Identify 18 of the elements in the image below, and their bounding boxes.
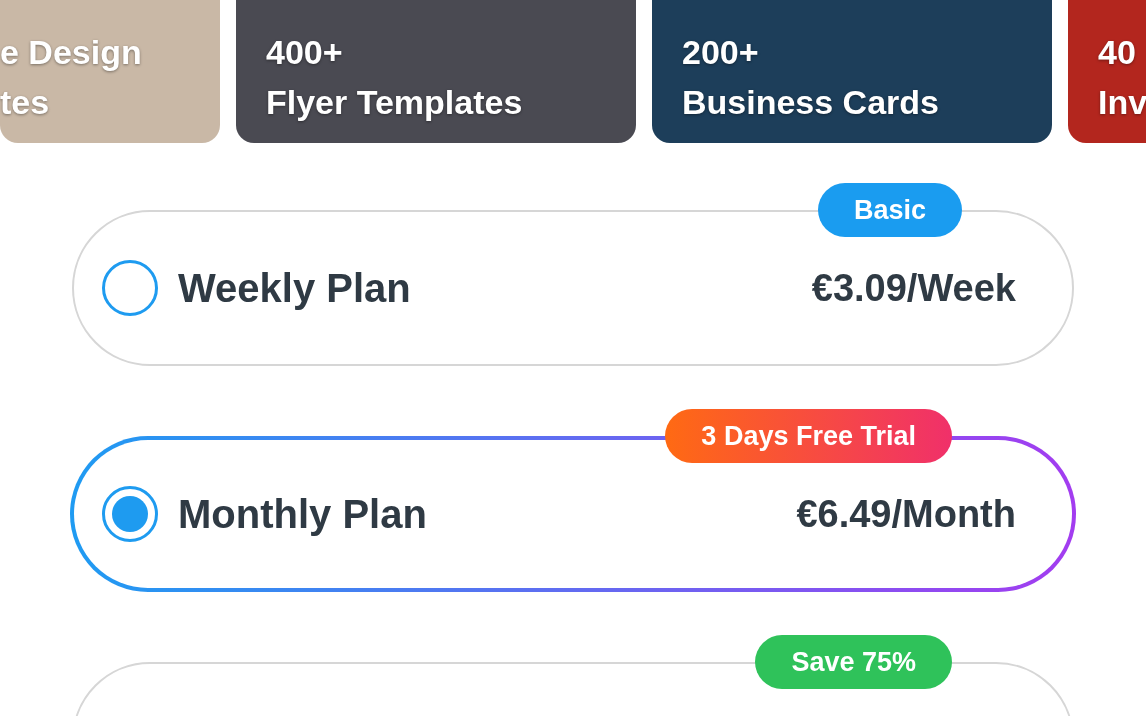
plan-badge: Save 75% [755,635,952,689]
card-title: e Design [0,31,143,73]
template-card[interactable]: 200+ Business Cards [652,0,1052,143]
card-title: 400+ [266,31,344,73]
plan-price: €3.09/Week [811,266,1016,310]
template-card[interactable]: 400+ Flyer Templates [236,0,636,143]
plan-badge: Basic [817,183,962,237]
plan-price: €6.49/Month [796,492,1016,536]
plan-name: Weekly Plan [178,265,412,311]
card-title: Business Cards [682,81,940,123]
card-title: 200+ [682,31,760,73]
radio-button[interactable] [102,486,158,542]
radio-button[interactable] [102,260,158,316]
card-title: Flyer Templates [266,81,524,123]
card-title: 40 [1098,31,1137,73]
plan-badge: 3 Days Free Trial [665,409,952,463]
card-title: tes [0,81,51,123]
plan-name: Monthly Plan [178,491,428,537]
